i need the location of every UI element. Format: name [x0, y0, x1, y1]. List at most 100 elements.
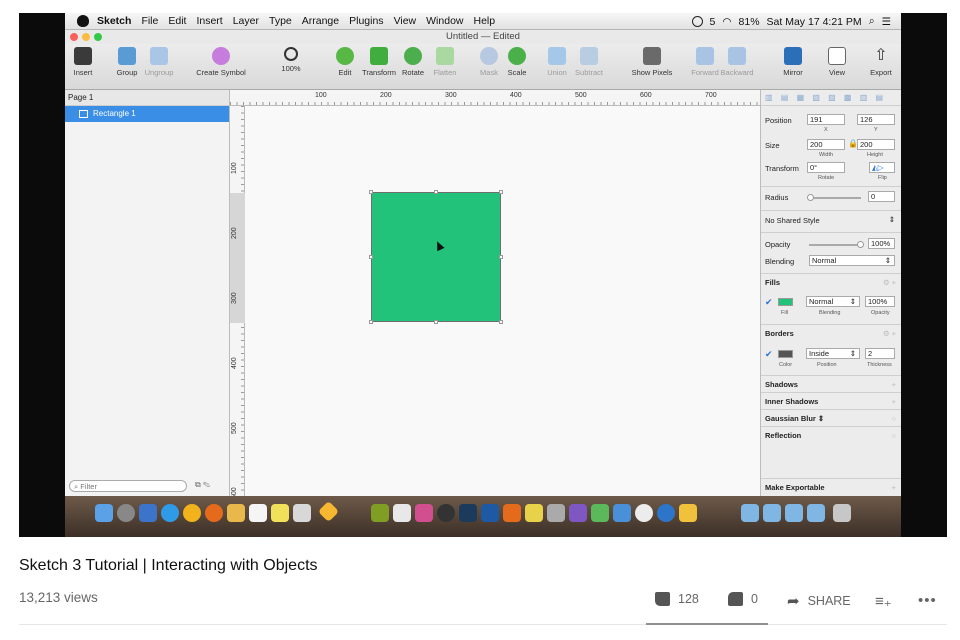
minimize-window-icon[interactable] — [82, 33, 90, 41]
clock[interactable]: Sat May 17 4:21 PM — [767, 16, 862, 28]
record-icon[interactable] — [691, 16, 703, 27]
resize-handle[interactable] — [499, 320, 503, 324]
muse-alt-icon[interactable] — [393, 504, 411, 522]
ungroup-button[interactable]: Ungroup — [139, 47, 179, 77]
pen-tool-icon[interactable] — [547, 504, 565, 522]
radius-field[interactable]: 0 — [868, 191, 895, 202]
menu-plugins[interactable]: Plugins — [349, 15, 383, 27]
menu-app[interactable]: Sketch — [97, 15, 131, 27]
add-to-playlist-button[interactable]: ≡₊ — [875, 592, 892, 610]
zoom-window-icon[interactable] — [94, 33, 102, 41]
border-color-swatch[interactable] — [778, 350, 793, 358]
app-icon[interactable] — [657, 504, 675, 522]
photoshop-alt-icon[interactable] — [481, 504, 499, 522]
firefox-icon[interactable] — [205, 504, 223, 522]
stickies-icon[interactable] — [271, 504, 289, 522]
app-icon[interactable] — [613, 504, 631, 522]
launchpad-icon[interactable] — [117, 504, 135, 522]
textedit-icon[interactable] — [293, 504, 311, 522]
menu-file[interactable]: File — [141, 15, 158, 27]
battery-percent[interactable]: 81% — [739, 16, 760, 28]
notifications-icon[interactable]: ☰ — [882, 16, 891, 28]
opacity-slider-knob[interactable] — [857, 241, 864, 248]
fill-opacity-field[interactable]: 100% — [865, 296, 895, 307]
blending-select[interactable]: Normal ⇕ — [809, 255, 895, 266]
folder-icon[interactable] — [763, 504, 781, 522]
position-x-field[interactable]: 191 — [807, 114, 845, 125]
add-border-icon[interactable]: ⚙ + — [883, 325, 896, 343]
make-exportable-row[interactable]: Make Exportable + — [761, 478, 901, 496]
width-field[interactable]: 200 — [807, 139, 845, 150]
shared-style-select[interactable]: No Shared Style — [765, 216, 820, 225]
fill-color-swatch[interactable] — [778, 298, 793, 306]
menu-help[interactable]: Help — [474, 15, 496, 27]
like-button[interactable]: 128 — [655, 592, 699, 606]
calendar-icon[interactable] — [249, 504, 267, 522]
close-window-icon[interactable] — [70, 33, 78, 41]
border-position-select[interactable]: Inside ⇕ — [806, 348, 860, 359]
radius-slider-knob[interactable] — [807, 194, 814, 201]
opacity-slider[interactable] — [809, 244, 859, 246]
apple-icon[interactable] — [77, 15, 89, 27]
dislike-button[interactable]: 0 — [728, 592, 758, 606]
inner-shadows-row[interactable]: Inner Shadows + — [761, 392, 901, 409]
insert-button[interactable]: Insert — [65, 47, 103, 77]
utility-icon[interactable] — [525, 504, 543, 522]
notes-icon[interactable] — [227, 504, 245, 522]
rotate-field[interactable]: 0° — [807, 162, 845, 173]
flip-buttons[interactable]: ◭▷ — [869, 162, 895, 173]
safari-icon[interactable] — [161, 504, 179, 522]
chrome-icon[interactable] — [183, 504, 201, 522]
wifi-icon[interactable]: ◠ — [722, 16, 731, 28]
more-actions-button[interactable]: ••• — [918, 592, 937, 609]
page-selector[interactable]: Page 1 — [65, 90, 229, 106]
flatten-button[interactable]: Flatten — [425, 47, 465, 77]
resize-handle[interactable] — [369, 255, 373, 259]
app-icon[interactable] — [591, 504, 609, 522]
share-button[interactable]: ➦ SHARE — [787, 592, 851, 610]
create-symbol-button[interactable]: Create Symbol — [193, 47, 249, 77]
border-thickness-field[interactable]: 2 — [865, 348, 895, 359]
app-icon[interactable] — [635, 504, 653, 522]
layer-filter-input[interactable]: ⌕ Filter — [69, 480, 187, 492]
layer-item-rectangle-1[interactable]: Rectangle 1 — [65, 106, 229, 122]
add-inner-shadow-icon[interactable]: + — [892, 393, 896, 410]
subtract-button[interactable]: Subtract — [569, 47, 609, 77]
reflection-toggle[interactable]: ○ — [891, 427, 896, 444]
resize-handle[interactable] — [369, 190, 373, 194]
backward-button[interactable]: Backward — [717, 47, 757, 77]
shared-style-chevron-icon[interactable]: ⇕ — [889, 215, 895, 224]
rectangle-shape[interactable] — [371, 192, 501, 322]
alignment-toolbar[interactable]: ▥ ▤ ▦ ▧ ▨ ▩ ▥ ▤ — [761, 90, 901, 106]
shadows-row[interactable]: Shadows + — [761, 375, 901, 392]
border-checkbox[interactable]: ✔ — [765, 350, 773, 359]
resize-handle[interactable] — [434, 320, 438, 324]
menu-window[interactable]: Window — [426, 15, 463, 27]
height-field[interactable]: 200 — [857, 139, 895, 150]
folder-icon[interactable] — [785, 504, 803, 522]
artboard-canvas[interactable] — [245, 106, 760, 496]
radius-slider[interactable] — [809, 197, 861, 199]
menu-layer[interactable]: Layer — [233, 15, 259, 27]
filter-tools[interactable]: ⧉ ✎ — [195, 480, 210, 490]
status-count[interactable]: 5 — [710, 16, 716, 28]
muse-icon[interactable] — [371, 504, 389, 522]
finder-icon[interactable] — [95, 504, 113, 522]
resize-handle[interactable] — [434, 190, 438, 194]
folder-icon[interactable] — [807, 504, 825, 522]
fill-blending-select[interactable]: Normal ⇕ — [806, 296, 860, 307]
zoom-control[interactable]: 100% — [271, 47, 311, 73]
photos-icon[interactable] — [415, 504, 433, 522]
opacity-field[interactable]: 100% — [868, 238, 895, 249]
menu-type[interactable]: Type — [269, 15, 292, 27]
spotlight-icon[interactable]: ⌕ — [869, 15, 875, 28]
view-button[interactable]: View — [817, 47, 857, 77]
trash-icon[interactable] — [833, 504, 851, 522]
app-icon[interactable] — [679, 504, 697, 522]
reflection-row[interactable]: Reflection ○ — [761, 426, 901, 443]
illustrator-icon[interactable] — [503, 504, 521, 522]
app-icon[interactable] — [569, 504, 587, 522]
menu-arrange[interactable]: Arrange — [302, 15, 339, 27]
gaussian-blur-row[interactable]: Gaussian Blur ⇕ ○ — [761, 409, 901, 426]
menu-insert[interactable]: Insert — [196, 15, 222, 27]
